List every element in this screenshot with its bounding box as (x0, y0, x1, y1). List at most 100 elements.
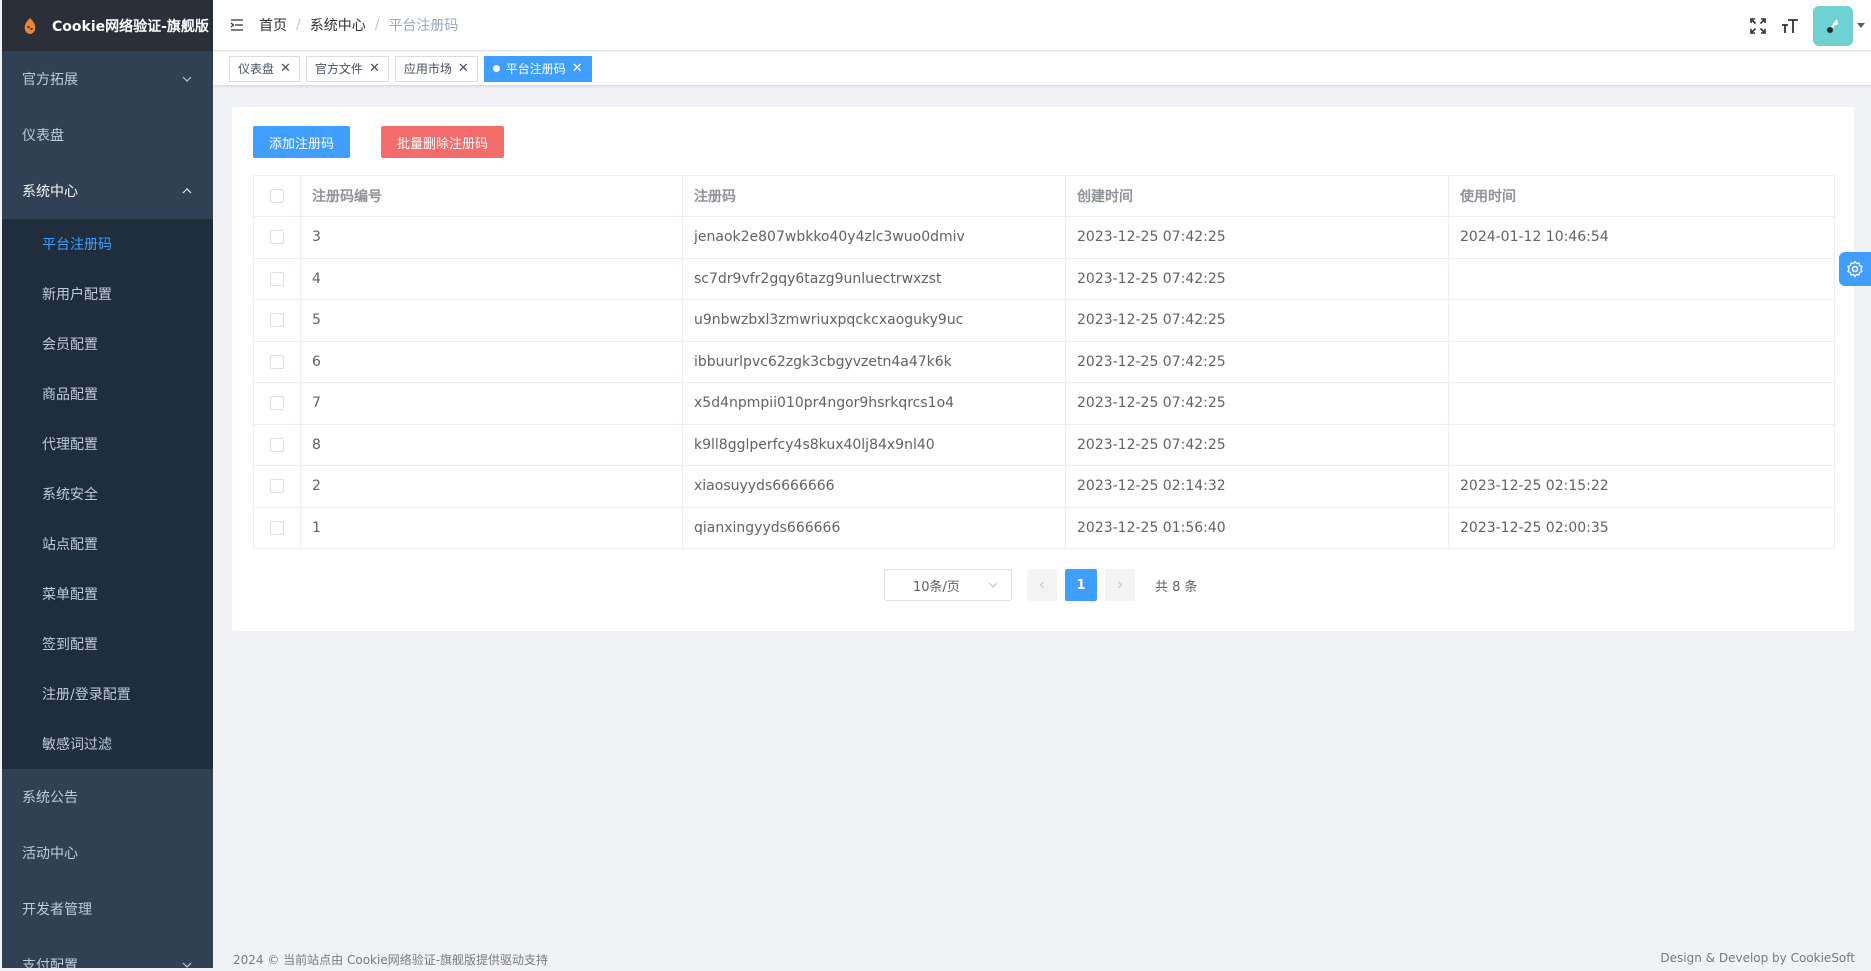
cell-used (1448, 382, 1835, 425)
submenu-item-member-config[interactable]: 会员配置 (2, 319, 213, 369)
cell-id: 2 (300, 465, 683, 508)
breadcrumb-separator: / (296, 17, 301, 33)
table-row: 8 k9ll8gglperfcy4s8kux40lj84x9nl40 2023-… (253, 423, 1835, 466)
footer-credits: Design & Develop by CookieSoft (1660, 951, 1855, 965)
cell-created: 2023-12-25 07:42:25 (1065, 340, 1449, 383)
header-used[interactable]: 使用时间 (1448, 175, 1835, 217)
tag-label: 平台注册码 (505, 62, 566, 76)
tags-view: 仪表盘 ✕ 官方文件 ✕ 应用市场 ✕ 平台注册码 ✕ (213, 52, 1871, 86)
row-select-cell (253, 257, 301, 300)
close-icon[interactable]: ✕ (369, 61, 380, 76)
row-checkbox[interactable] (270, 437, 284, 452)
menu-developer-management[interactable]: 开发者管理 (2, 881, 213, 937)
tag-official-files[interactable]: 官方文件 ✕ (305, 55, 389, 82)
user-avatar-dropdown[interactable] (1813, 5, 1865, 46)
row-checkbox[interactable] (270, 313, 284, 328)
table-row: 5 u9nbwzbxl3zmwriuxpqckcxaoguky9uc 2023-… (253, 299, 1835, 342)
settings-drawer-toggle[interactable] (1839, 252, 1871, 286)
cell-id: 6 (300, 340, 683, 383)
chevron-right-icon (1118, 581, 1123, 589)
close-icon[interactable]: ✕ (280, 61, 291, 76)
table-row: 2 xiaosuyyds6666666 2023-12-25 02:14:32 … (253, 465, 1835, 508)
row-checkbox[interactable] (270, 396, 284, 411)
page-size-select[interactable]: 10条/页 (884, 569, 1012, 601)
row-checkbox[interactable] (270, 354, 284, 369)
row-select-cell (253, 382, 301, 425)
menu-system-center[interactable]: 系统中心 (2, 163, 213, 219)
header-created[interactable]: 创建时间 (1065, 175, 1449, 217)
table-row: 4 sc7dr9vfr2gqy6tazg9unluectrwxzst 2023-… (253, 257, 1835, 300)
chevron-down-icon (988, 582, 998, 588)
batch-delete-button[interactable]: 批量删除注册码 (381, 126, 505, 158)
breadcrumb-system-center[interactable]: 系统中心 (310, 15, 366, 35)
cell-code: qianxingyyds666666 (682, 506, 1066, 549)
prev-page-button[interactable] (1027, 569, 1057, 601)
add-code-button[interactable]: 添加注册码 (253, 126, 351, 158)
navbar-right (1749, 0, 1871, 51)
action-buttons: 添加注册码 批量删除注册码 (253, 126, 505, 158)
tag-dashboard[interactable]: 仪表盘 ✕ (229, 55, 300, 82)
menu-activity-center[interactable]: 活动中心 (2, 825, 213, 881)
row-checkbox[interactable] (270, 520, 284, 535)
close-icon[interactable]: ✕ (458, 61, 469, 76)
submenu-item-register-login-config[interactable]: 注册/登录配置 (2, 669, 213, 719)
cell-created: 2023-12-25 07:42:25 (1065, 216, 1449, 259)
menu-payment-config[interactable]: 支付配置 (2, 937, 213, 968)
cell-code: xiaosuyyds6666666 (682, 465, 1066, 508)
submenu-item-product-config[interactable]: 商品配置 (2, 369, 213, 419)
menu-label: 支付配置 (22, 958, 78, 968)
submenu-item-checkin-config[interactable]: 签到配置 (2, 619, 213, 669)
hamburger-icon[interactable] (229, 17, 245, 33)
table-row: 1 qianxingyyds666666 2023-12-25 01:56:40… (253, 506, 1835, 549)
cell-used (1448, 340, 1835, 383)
sidebar-logo[interactable]: Cookie网络验证-旗舰版 (2, 0, 213, 51)
cell-id: 7 (300, 382, 683, 425)
row-checkbox[interactable] (270, 271, 284, 286)
header-code[interactable]: 注册码 (682, 175, 1066, 217)
fullscreen-icon[interactable] (1749, 17, 1767, 35)
menu-official-extensions[interactable]: 官方拓展 (2, 51, 213, 107)
logo-icon (24, 17, 36, 34)
cell-id: 4 (300, 257, 683, 300)
row-checkbox[interactable] (270, 230, 284, 245)
menu-dashboard[interactable]: 仪表盘 (2, 107, 213, 163)
next-page-button[interactable] (1105, 569, 1135, 601)
cell-id: 8 (300, 423, 683, 466)
menu-label: 活动中心 (22, 846, 78, 862)
select-all-checkbox[interactable] (270, 189, 284, 203)
page-size-value: 10条/页 (913, 579, 960, 595)
submenu-item-new-user-config[interactable]: 新用户配置 (2, 269, 213, 319)
avatar-image-icon (1827, 18, 1838, 33)
tag-app-market[interactable]: 应用市场 ✕ (394, 55, 478, 82)
row-select-cell (253, 506, 301, 549)
page-number-current[interactable]: 1 (1065, 569, 1097, 601)
cell-used (1448, 257, 1835, 300)
header-code-id[interactable]: 注册码编号 (300, 175, 683, 217)
chevron-down-icon (182, 962, 192, 968)
tag-label: 官方文件 (314, 62, 363, 76)
table-header-row: 注册码编号 注册码 创建时间 使用时间 (253, 175, 1835, 217)
cell-id: 3 (300, 216, 683, 259)
menu-label: 系统公告 (22, 790, 78, 806)
menu-label: 官方拓展 (22, 72, 78, 88)
submenu-item-site-config[interactable]: 站点配置 (2, 519, 213, 569)
row-checkbox[interactable] (270, 479, 284, 494)
breadcrumb-home[interactable]: 首页 (259, 15, 287, 35)
submenu-item-agent-config[interactable]: 代理配置 (2, 419, 213, 469)
submenu-item-platform-codes[interactable]: 平台注册码 (2, 219, 213, 269)
cell-created: 2023-12-25 07:42:25 (1065, 257, 1449, 300)
caret-down-icon (1857, 23, 1865, 28)
tag-platform-codes[interactable]: 平台注册码 ✕ (483, 55, 592, 82)
menu-announcements[interactable]: 系统公告 (2, 769, 213, 825)
font-size-icon[interactable] (1781, 17, 1799, 35)
close-icon[interactable]: ✕ (572, 61, 583, 76)
sidebar: Cookie网络验证-旗舰版 官方拓展 仪表盘 系统中心 平台注册码 新用户配置… (2, 0, 213, 968)
menu-label: 开发者管理 (22, 902, 92, 918)
submenu-item-sensitive-filter[interactable]: 敏感词过滤 (2, 719, 213, 769)
submenu-item-menu-config[interactable]: 菜单配置 (2, 569, 213, 619)
menu-label: 仪表盘 (22, 128, 64, 144)
chevron-up-icon (182, 188, 192, 194)
avatar[interactable] (1813, 5, 1853, 46)
submenu-item-system-security[interactable]: 系统安全 (2, 469, 213, 519)
table-row: 3 jenaok2e807wbkko40y4zlc3wuo0dmiv 2023-… (253, 216, 1835, 259)
